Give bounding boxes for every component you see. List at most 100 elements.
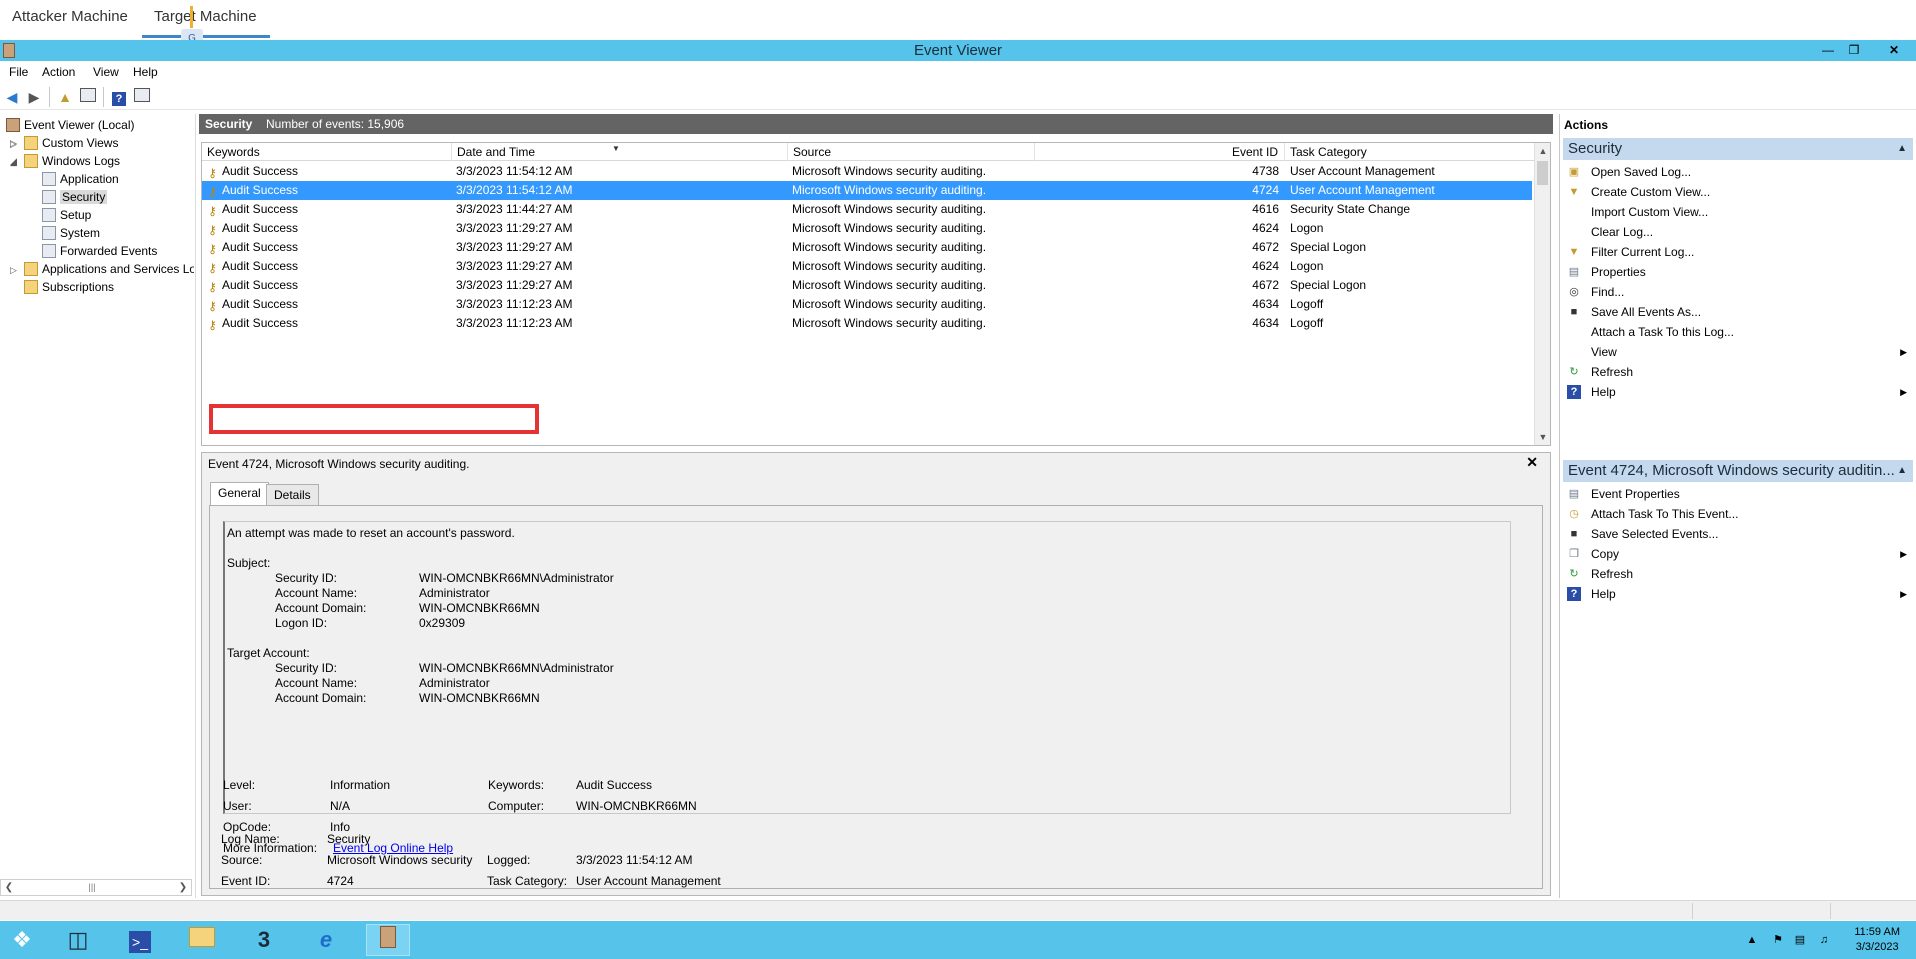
menu-action[interactable]: Action	[38, 62, 79, 82]
subject-label: Subject:	[227, 556, 271, 570]
cell-keywords: ⚷ Audit Success	[206, 276, 446, 295]
tab-general[interactable]: General	[210, 482, 269, 506]
actions-group-event[interactable]: Event 4724, Microsoft Windows security a…	[1563, 460, 1913, 482]
cell-source: Microsoft Windows security auditing.	[792, 183, 987, 197]
tree-event-viewer-local[interactable]: Event Viewer (Local)	[6, 116, 135, 134]
scroll-right-icon[interactable]: ❯	[175, 880, 191, 895]
tree-custom-views[interactable]: ▷ Custom Views	[10, 134, 118, 152]
forward-arrow-icon[interactable]: ▶	[24, 87, 44, 107]
tree-applications-services[interactable]: Applications and Services Lo	[24, 260, 194, 278]
collapse-caret-icon[interactable]: ▲	[1897, 138, 1907, 160]
action-copy[interactable]: ❐ Copy ▶	[1563, 544, 1913, 564]
folder-icon	[24, 154, 38, 168]
tree-horizontal-scrollbar[interactable]: ❮ ||| ❯	[0, 879, 192, 896]
col-event-id[interactable]: Event ID	[1035, 143, 1285, 161]
powershell-icon[interactable]: >_	[118, 924, 162, 956]
action-help[interactable]: ? Help ▶	[1563, 382, 1913, 402]
cell-event-id: 4624	[1252, 259, 1279, 273]
event-log-online-help-link[interactable]: Event Log Online Help	[333, 841, 453, 856]
action-import-custom-view[interactable]: Import Custom View...	[1563, 202, 1913, 222]
action-clear-log[interactable]: Clear Log...	[1563, 222, 1913, 242]
tree-windows-logs[interactable]: ◢ Windows Logs	[10, 152, 120, 170]
show-action-pane-icon[interactable]	[132, 87, 152, 107]
restore-button[interactable]: ❐	[1843, 41, 1865, 59]
action-attach-a-task-to-this-log[interactable]: Attach a Task To this Log...	[1563, 322, 1913, 342]
minimize-button[interactable]: —	[1817, 41, 1839, 59]
action-create-custom-view[interactable]: ▼ Create Custom View...	[1563, 182, 1913, 202]
action-help[interactable]: ? Help ▶	[1563, 584, 1913, 604]
event-message-box[interactable]: An attempt was made to reset an account'…	[223, 521, 1511, 814]
action-open-saved-log[interactable]: ▣ Open Saved Log...	[1563, 162, 1913, 182]
help-icon[interactable]: ?	[109, 87, 129, 107]
expand-arrow-icon[interactable]: ▷	[10, 260, 20, 278]
taskbar-clock[interactable]: 11:59 AM 3/3/2023	[1854, 925, 1900, 955]
action-center-flag-icon[interactable]: ⚑	[1770, 933, 1786, 947]
scroll-thumb[interactable]	[1537, 161, 1548, 185]
action-save-selected-events[interactable]: ■ Save Selected Events...	[1563, 524, 1913, 544]
tree-forwarded-events[interactable]: Forwarded Events	[42, 242, 157, 260]
action-label: Save Selected Events...	[1591, 527, 1719, 541]
table-row[interactable]: ⚷ Audit Success 3/3/2023 11:12:23 AM Micros…	[202, 314, 1532, 333]
show-hide-tree-icon[interactable]	[78, 87, 98, 107]
actions-group-security[interactable]: Security ▲	[1563, 138, 1913, 160]
network-icon[interactable]: ▤	[1792, 933, 1808, 947]
tree-system[interactable]: System	[42, 224, 100, 242]
action-properties[interactable]: ▤ Properties	[1563, 262, 1913, 282]
close-button[interactable]: ✕	[1883, 41, 1905, 59]
tree-setup[interactable]: Setup	[42, 206, 91, 224]
server-manager-icon[interactable]: ◫	[56, 924, 100, 956]
tree-application[interactable]: Application	[42, 170, 119, 188]
action-save-all-events-as[interactable]: ■ Save All Events As...	[1563, 302, 1913, 322]
scroll-left-icon[interactable]: ❮	[1, 880, 17, 895]
action-attach-task-to-this-event[interactable]: ◷ Attach Task To This Event...	[1563, 504, 1913, 524]
action-refresh[interactable]: ↻ Refresh	[1563, 362, 1913, 382]
grid-vertical-scrollbar[interactable]: ▲ ▼	[1534, 143, 1550, 445]
cell-text: Audit Success	[222, 259, 299, 273]
table-row[interactable]: ⚷ Audit Success 3/3/2023 11:29:27 AM Micros…	[202, 257, 1532, 276]
internet-explorer-icon[interactable]: e	[304, 924, 348, 956]
expand-arrow-icon[interactable]: ▷	[10, 134, 20, 152]
scroll-up-icon[interactable]: ▲	[1535, 143, 1550, 159]
file-explorer-icon[interactable]	[180, 924, 224, 956]
table-row[interactable]: ⚷ Audit Success 3/3/2023 11:54:12 AM Micros…	[202, 162, 1532, 181]
action-find[interactable]: ◎ Find...	[1563, 282, 1913, 302]
action-view[interactable]: View ▶	[1563, 342, 1913, 362]
up-folder-icon[interactable]: ▲	[55, 87, 75, 107]
tree-subscriptions[interactable]: Subscriptions	[24, 278, 114, 296]
action-refresh[interactable]: ↻ Refresh	[1563, 564, 1913, 584]
tree-security[interactable]: Security	[42, 188, 108, 206]
action-event-properties[interactable]: ▤ Event Properties	[1563, 484, 1913, 504]
menu-view[interactable]: View	[89, 62, 123, 82]
col-keywords[interactable]: Keywords	[202, 143, 452, 161]
volume-icon[interactable]: ♫	[1816, 933, 1832, 947]
col-date-time[interactable]: Date and Time	[452, 143, 788, 161]
cell-keywords: ⚷ Audit Success	[206, 314, 446, 333]
cell-event-id: 4616	[1252, 202, 1279, 216]
collapse-arrow-icon[interactable]: ◢	[10, 152, 20, 170]
scroll-thumb[interactable]: |||	[86, 882, 98, 893]
key-icon: ⚷	[208, 166, 217, 180]
app-3-icon[interactable]: 3	[242, 924, 286, 956]
menu-file[interactable]: File	[5, 62, 32, 82]
table-row[interactable]: ⚷ Audit Success 3/3/2023 11:29:27 AM Micros…	[202, 276, 1532, 295]
close-detail-icon[interactable]: ✕	[1526, 454, 1538, 471]
tab-attacker-machine[interactable]: Attacker Machine	[0, 0, 140, 38]
table-row[interactable]: ⚷ Audit Success 3/3/2023 11:12:23 AM Micros…	[202, 295, 1532, 314]
col-task-category[interactable]: Task Category	[1285, 143, 1535, 161]
scroll-down-icon[interactable]: ▼	[1535, 429, 1550, 445]
table-row[interactable]: ⚷ Audit Success 3/3/2023 11:29:27 AM Micros…	[202, 219, 1532, 238]
action-filter-current-log[interactable]: ▼ Filter Current Log...	[1563, 242, 1913, 262]
tab-details[interactable]: Details	[266, 484, 319, 506]
table-row[interactable]: ⚷ Audit Success 3/3/2023 11:44:27 AM Micros…	[202, 200, 1532, 219]
menu-help[interactable]: Help	[129, 62, 162, 82]
back-arrow-icon[interactable]: ◀	[2, 87, 22, 107]
tab-target-machine[interactable]: Target Machine	[142, 0, 270, 38]
col-source[interactable]: Source	[788, 143, 1035, 161]
start-windows-icon[interactable]: ❖	[0, 924, 44, 956]
event-viewer-taskbar-icon[interactable]	[366, 924, 410, 956]
collapse-caret-icon[interactable]: ▲	[1897, 460, 1907, 482]
show-hidden-icons-icon[interactable]: ▲	[1744, 933, 1760, 947]
table-row[interactable]: ⚷ Audit Success 3/3/2023 11:54:12 AM Micros…	[202, 181, 1532, 200]
sort-down-icon: ▼	[612, 144, 620, 153]
table-row[interactable]: ⚷ Audit Success 3/3/2023 11:29:27 AM Micros…	[202, 238, 1532, 257]
